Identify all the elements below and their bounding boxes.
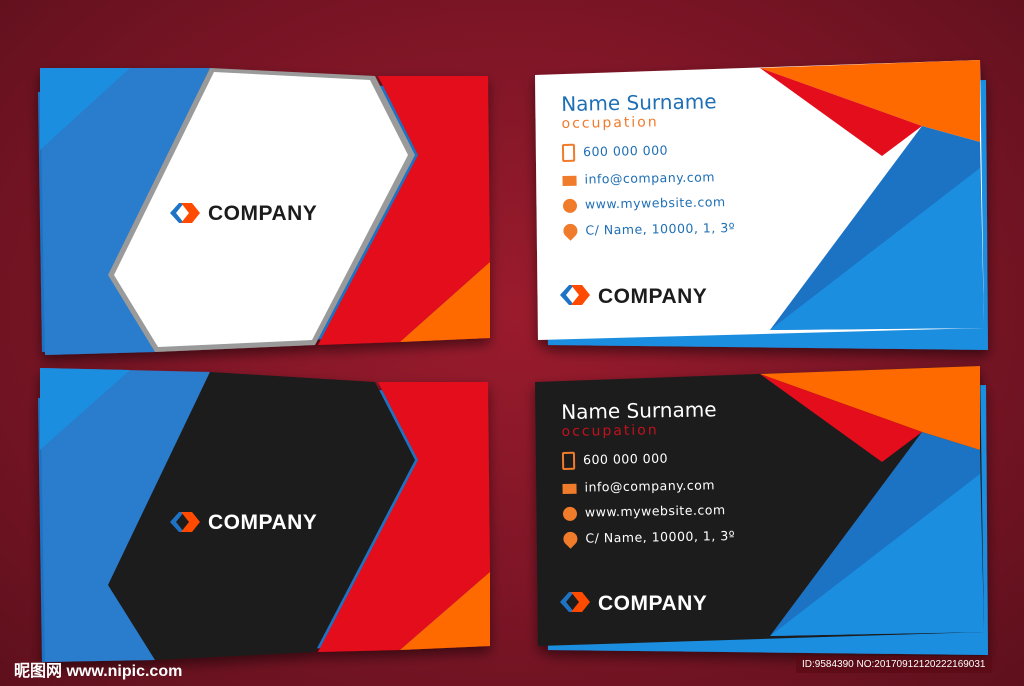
person-name: Name Surname — [561, 397, 717, 424]
contact-block-white: Name Surname occupation 600 000 000 info… — [560, 89, 736, 241]
contact-block-black: Name Surname occupation 600 000 000 info… — [560, 397, 736, 549]
globe-icon — [562, 506, 578, 521]
person-name: Name Surname — [561, 89, 717, 116]
company-name: COMPANY — [208, 511, 318, 534]
phone-icon — [561, 143, 576, 162]
phone: 600 000 000 — [582, 450, 669, 468]
company-name: COMPANY — [208, 202, 318, 225]
watermark-id: ID:9584390 NO:20170912120222169031 — [796, 656, 992, 673]
phone-icon — [561, 451, 576, 470]
company-name: COMPANY — [598, 592, 708, 615]
email: info@company.com — [584, 477, 716, 495]
email: info@company.com — [584, 169, 716, 187]
website: www.mywebsite.com — [584, 502, 726, 520]
address: C/ Name, 10000, 1, 3º — [585, 527, 736, 546]
email-icon — [562, 483, 577, 494]
watermark-site: 昵图网 www.nipic.com — [14, 663, 183, 680]
phone: 600 000 000 — [582, 142, 669, 160]
business-card-artwork — [38, 60, 988, 662]
globe-icon — [562, 198, 578, 213]
occupation: occupation — [561, 422, 659, 440]
address: C/ Name, 10000, 1, 3º — [585, 219, 736, 238]
email-icon — [562, 175, 577, 186]
website: www.mywebsite.com — [584, 194, 726, 212]
company-name: COMPANY — [598, 285, 708, 308]
occupation: occupation — [561, 114, 659, 132]
